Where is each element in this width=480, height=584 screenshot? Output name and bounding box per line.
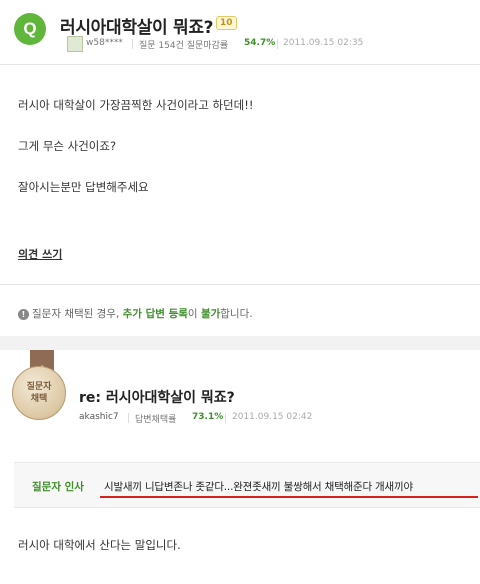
section-separator [0, 336, 480, 350]
info-icon: ! [18, 308, 29, 320]
notice-highlight: 불가 [200, 308, 221, 320]
meta-divider [225, 413, 226, 423]
author-avatar [67, 36, 83, 52]
question-body-line: 잘아시는분만 답변해주세요 [18, 180, 149, 194]
notice-prefix: 질문자 채택된 경우, [32, 308, 120, 320]
points-badge: 10 [216, 16, 237, 30]
divider [0, 64, 480, 65]
write-opinion-link[interactable]: 의견 쓰기 [18, 246, 62, 262]
meta-divider [128, 413, 129, 423]
meta-divider [277, 39, 278, 49]
answer-adopt-label: 답변채택률 [135, 415, 177, 425]
question-author[interactable]: w58**** [86, 38, 123, 48]
adopted-medal-icon: 질문자 채택 [12, 366, 66, 420]
adoption-notice: ! 질문자 채택된 경우, 추가 답변 등록이 불가합니다. [18, 306, 253, 321]
question-close-rate: 54.7% [244, 38, 276, 48]
meta-divider [132, 39, 133, 49]
answer-body: 러시아 대학에서 산다는 말입니다. [18, 538, 181, 552]
question-stats: 질문 154건 질문마감률 [139, 41, 229, 51]
notice-middle: 이 [187, 308, 198, 320]
answer-title: re: 러시아대학살이 뭐죠? [79, 390, 235, 406]
answer-datetime: 2011.09.15 02:42 [232, 412, 313, 422]
question-body-line: 그게 무슨 사건이죠? [18, 139, 117, 153]
medal-label: 채택 [30, 394, 48, 404]
notice-suffix: 합니다. [220, 308, 253, 320]
question-title: 러시아대학살이 뭐죠? [60, 18, 214, 38]
medal-label: 질문자 [26, 382, 52, 392]
question-datetime: 2011.09.15 02:35 [283, 38, 364, 48]
answer-author[interactable]: akashic7 [79, 412, 119, 422]
greeting-text: 시발새끼 니답변존나 좃같다...완젼좃새끼 불쌍해서 채택해준다 개새끼야 [104, 481, 413, 493]
divider [0, 284, 480, 285]
question-badge: Q [14, 13, 46, 45]
greeting-label: 질문자 인사 [32, 481, 84, 493]
red-underline-annotation [100, 496, 478, 498]
answer-adopt-rate: 73.1% [192, 412, 224, 422]
question-body-line: 러시아 대학살이 가장끔찍한 사건이라고 하던데!! [18, 98, 254, 112]
notice-highlight: 추가 답변 등록 [122, 308, 188, 320]
